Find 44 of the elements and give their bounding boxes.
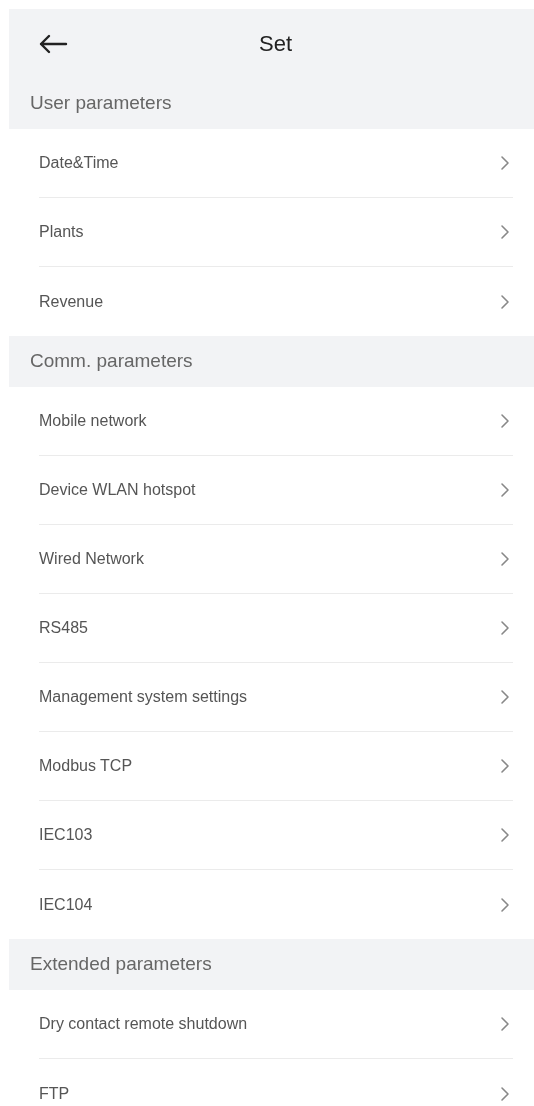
row-label: Device WLAN hotspot (39, 480, 196, 500)
chevron-right-icon (500, 689, 510, 705)
chevron-right-icon (500, 1016, 510, 1032)
settings-row[interactable]: Management system settings (39, 663, 513, 732)
row-label: Dry contact remote shutdown (39, 1014, 248, 1034)
row-label: Plants (39, 222, 84, 242)
settings-row[interactable]: Plants (39, 198, 513, 267)
settings-row[interactable]: Date&Time (39, 129, 513, 198)
settings-row[interactable]: Revenue (39, 267, 513, 336)
row-label: Management system settings (39, 687, 248, 707)
chevron-right-icon (500, 155, 510, 171)
settings-row[interactable]: Wired Network (39, 525, 513, 594)
section-header: User parameters (30, 91, 172, 116)
settings-row[interactable]: Modbus TCP (39, 732, 513, 801)
row-label: Date&Time (39, 153, 119, 173)
page-title: Set (259, 30, 293, 58)
row-label: IEC104 (39, 894, 93, 915)
chevron-right-icon (500, 827, 510, 843)
row-label: RS485 (39, 618, 88, 638)
chevron-right-icon (500, 413, 510, 429)
row-label: Modbus TCP (39, 756, 133, 776)
chevron-right-icon (500, 758, 510, 774)
chevron-right-icon (500, 1085, 510, 1102)
row-label: Mobile network (39, 411, 147, 431)
chevron-right-icon (500, 482, 510, 498)
settings-row[interactable]: IEC103 (39, 801, 513, 870)
chevron-right-icon (500, 224, 510, 240)
settings-row[interactable]: RS485 (39, 594, 513, 663)
section-header: Extended parameters (30, 952, 212, 977)
settings-row[interactable]: Mobile network (39, 387, 513, 456)
section-header: Comm. parameters (30, 349, 193, 374)
row-label: Revenue (39, 291, 104, 312)
settings-row[interactable]: FTP (39, 1059, 513, 1106)
chevron-right-icon (500, 620, 510, 636)
settings-row[interactable]: Dry contact remote shutdown (39, 990, 513, 1059)
row-label: FTP (39, 1083, 70, 1104)
row-label: IEC103 (39, 825, 93, 845)
back-icon (38, 32, 68, 55)
row-label: Wired Network (39, 549, 144, 569)
chevron-right-icon (500, 293, 510, 310)
chevron-right-icon (500, 551, 510, 567)
settings-row[interactable]: Device WLAN hotspot (39, 456, 513, 525)
chevron-right-icon (500, 896, 510, 913)
settings-row[interactable]: IEC104 (39, 870, 513, 939)
